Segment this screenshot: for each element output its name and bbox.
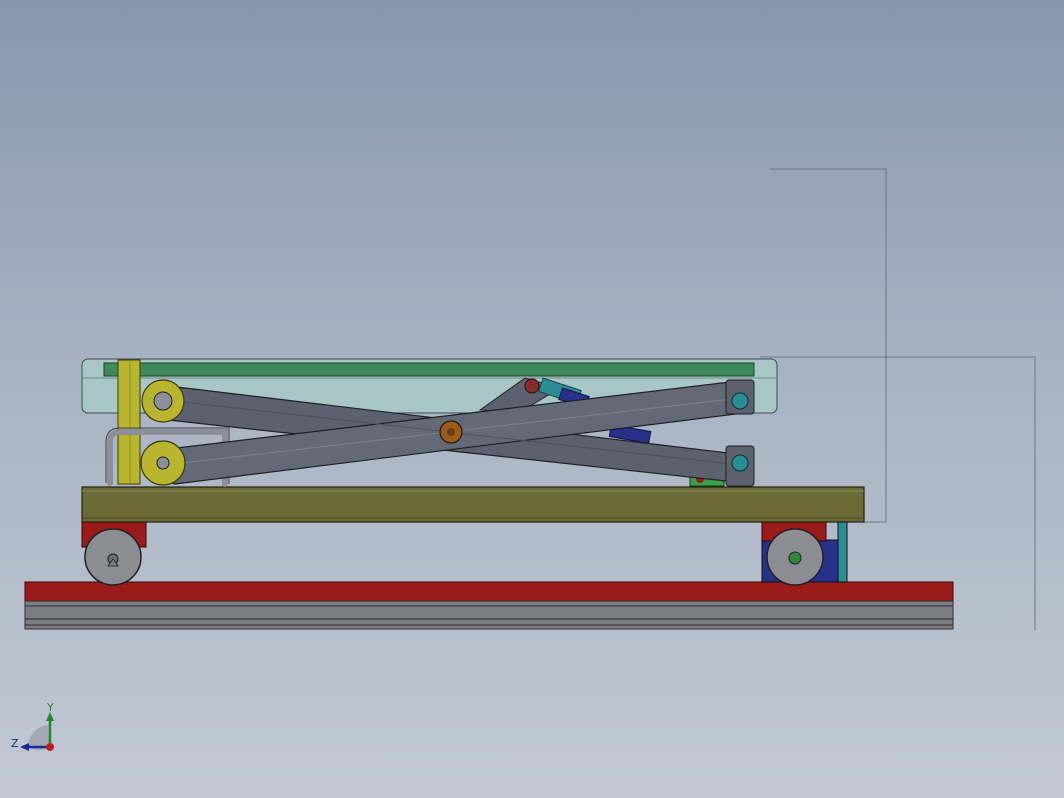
triad-y-label: Y [46, 701, 54, 714]
bottom-left-roller [140, 440, 186, 486]
center-pivot [439, 420, 463, 444]
yellow-guide-post [117, 359, 141, 485]
base-frame [81, 486, 865, 523]
axis-triad-icon: Y Z [11, 701, 54, 751]
guide-rail [24, 581, 954, 630]
triad-z-label: Z [11, 737, 19, 750]
top-left-roller [141, 379, 185, 423]
front-wheel [84, 528, 142, 586]
right-pivot-top [731, 392, 749, 410]
cad-viewport[interactable]: Y Z [0, 0, 1064, 798]
model-scene[interactable]: Y Z [0, 0, 1064, 798]
rear-wheel [766, 528, 824, 586]
right-pivot-bottom [731, 454, 749, 472]
